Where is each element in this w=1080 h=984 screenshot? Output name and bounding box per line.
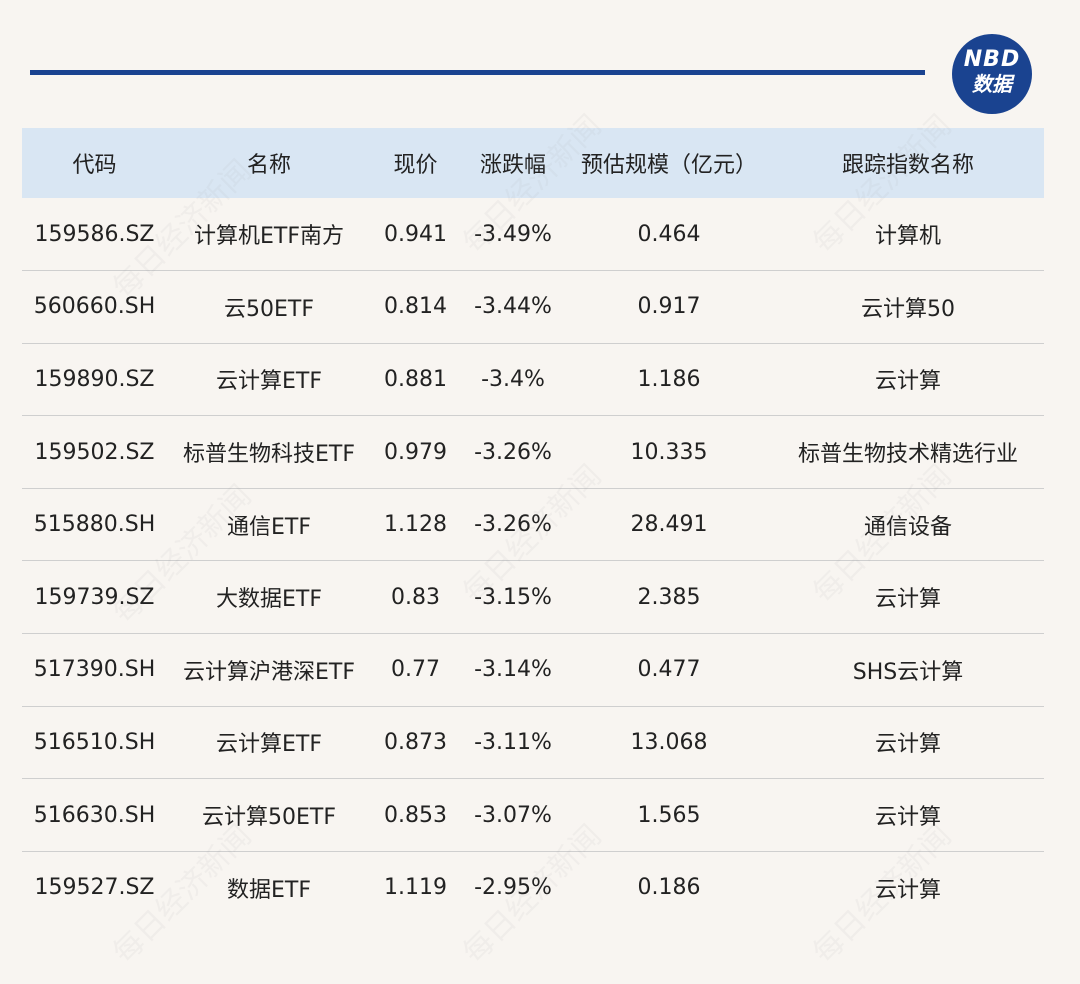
cell-index: 标普生物技术精选行业	[797, 442, 1018, 468]
cell-code: 159890.SZ	[34, 366, 155, 392]
logo-text-nbd: NBD	[963, 47, 1021, 72]
cell-change: -3.15%	[474, 584, 552, 610]
table-row: 159527.SZ 数据ETF 1.119 -2.95% 0.186 云计算	[22, 851, 1044, 924]
cell-price: 0.853	[384, 802, 447, 828]
cell-scale: 2.385	[637, 584, 701, 610]
header-index: 跟踪指数名称	[841, 153, 974, 178]
table-row: 516510.SH 云计算ETF 0.873 -3.11% 13.068 云计算	[22, 706, 1044, 779]
cell-code: 516510.SH	[33, 729, 156, 755]
cell-index: 云计算	[874, 805, 941, 831]
cell-name: 大数据ETF	[216, 587, 322, 613]
cell-price: 0.83	[391, 584, 440, 610]
cell-price: 0.77	[391, 657, 440, 683]
cell-code: 516630.SH	[33, 802, 156, 828]
cell-index: 计算机	[874, 224, 941, 250]
table-row: 159739.SZ 大数据ETF 0.83 -3.15% 2.385 云计算	[22, 561, 1044, 634]
cell-index: SHS云计算	[852, 659, 964, 685]
cell-price: 1.119	[384, 875, 447, 901]
cell-price: 0.814	[384, 294, 447, 320]
cell-scale: 1.186	[637, 366, 701, 392]
table-row: 516630.SH 云计算50ETF 0.853 -3.07% 1.565 云计…	[22, 779, 1044, 852]
cell-change: -2.95%	[474, 875, 552, 901]
cell-price: 1.128	[384, 512, 447, 538]
cell-code: 159527.SZ	[34, 875, 155, 901]
table-row: 159502.SZ 标普生物科技ETF 0.979 -3.26% 10.335 …	[22, 416, 1044, 489]
cell-scale: 1.565	[637, 802, 701, 828]
table-header-row: 代码 名称 现价 涨跌幅 预估规模（亿元） 跟踪指数名称	[22, 128, 1044, 198]
cell-price: 0.881	[384, 366, 447, 392]
table-row: 515880.SH 通信ETF 1.128 -3.26% 28.491 通信设备	[22, 488, 1044, 561]
header-scale: 预估规模（亿元）	[580, 153, 757, 178]
cell-index: 云计算	[874, 369, 941, 395]
cell-code: 517390.SH	[33, 657, 156, 683]
cell-name: 标普生物科技ETF	[183, 442, 355, 468]
cell-name: 计算机ETF南方	[194, 224, 344, 250]
cell-index: 云计算	[874, 587, 941, 613]
cell-code: 515880.SH	[33, 512, 156, 538]
cell-change: -3.26%	[474, 439, 552, 465]
cell-code: 560660.SH	[33, 294, 156, 320]
cell-code: 159739.SZ	[34, 584, 155, 610]
cell-code: 159586.SZ	[34, 221, 155, 247]
cell-index: 云计算50	[861, 296, 955, 322]
cell-name: 云计算50ETF	[202, 805, 336, 831]
table-row: 159890.SZ 云计算ETF 0.881 -3.4% 1.186 云计算	[22, 343, 1044, 416]
header-code: 代码	[72, 153, 117, 178]
header-change: 涨跌幅	[479, 153, 546, 178]
cell-change: -3.07%	[474, 802, 552, 828]
cell-name: 通信ETF	[227, 514, 311, 540]
cell-code: 159502.SZ	[34, 439, 155, 465]
table-row: 517390.SH 云计算沪港深ETF 0.77 -3.14% 0.477 SH…	[22, 634, 1044, 707]
cell-price: 0.979	[384, 439, 447, 465]
cell-name: 云计算ETF	[216, 732, 322, 758]
cell-change: -3.49%	[474, 221, 552, 247]
cell-index: 云计算	[874, 877, 941, 903]
cell-name: 云50ETF	[224, 296, 314, 322]
cell-change: -3.11%	[474, 729, 552, 755]
etf-table: 代码 名称 现价 涨跌幅 预估规模（亿元） 跟踪指数名称 159586.SZ 计…	[22, 128, 1044, 924]
table-row: 159586.SZ 计算机ETF南方 0.941 -3.49% 0.464 计算…	[22, 198, 1044, 271]
table-row: 560660.SH 云50ETF 0.814 -3.44% 0.917 云计算5…	[22, 271, 1044, 344]
cell-scale: 0.477	[637, 657, 701, 683]
cell-change: -3.26%	[474, 512, 552, 538]
header-name: 名称	[246, 153, 291, 178]
cell-name: 云计算沪港深ETF	[183, 659, 355, 685]
cell-change: -3.4%	[481, 366, 545, 392]
cell-name: 数据ETF	[227, 877, 311, 903]
cell-change: -3.14%	[474, 657, 552, 683]
cell-scale: 0.464	[637, 221, 701, 247]
cell-scale: 28.491	[630, 512, 708, 538]
cell-scale: 13.068	[630, 729, 708, 755]
cell-scale: 0.917	[637, 294, 701, 320]
cell-change: -3.44%	[474, 294, 552, 320]
cell-price: 0.873	[384, 729, 447, 755]
cell-scale: 0.186	[637, 875, 701, 901]
header-price: 现价	[393, 153, 438, 178]
cell-index: 云计算	[874, 732, 941, 758]
logo-text-data: 数据	[972, 72, 1012, 96]
cell-name: 云计算ETF	[216, 369, 322, 395]
header-rule	[30, 70, 925, 75]
cell-price: 0.941	[384, 221, 447, 247]
cell-index: 通信设备	[863, 514, 952, 540]
cell-scale: 10.335	[630, 439, 708, 465]
nbd-data-logo: NBD 数据	[952, 34, 1032, 114]
